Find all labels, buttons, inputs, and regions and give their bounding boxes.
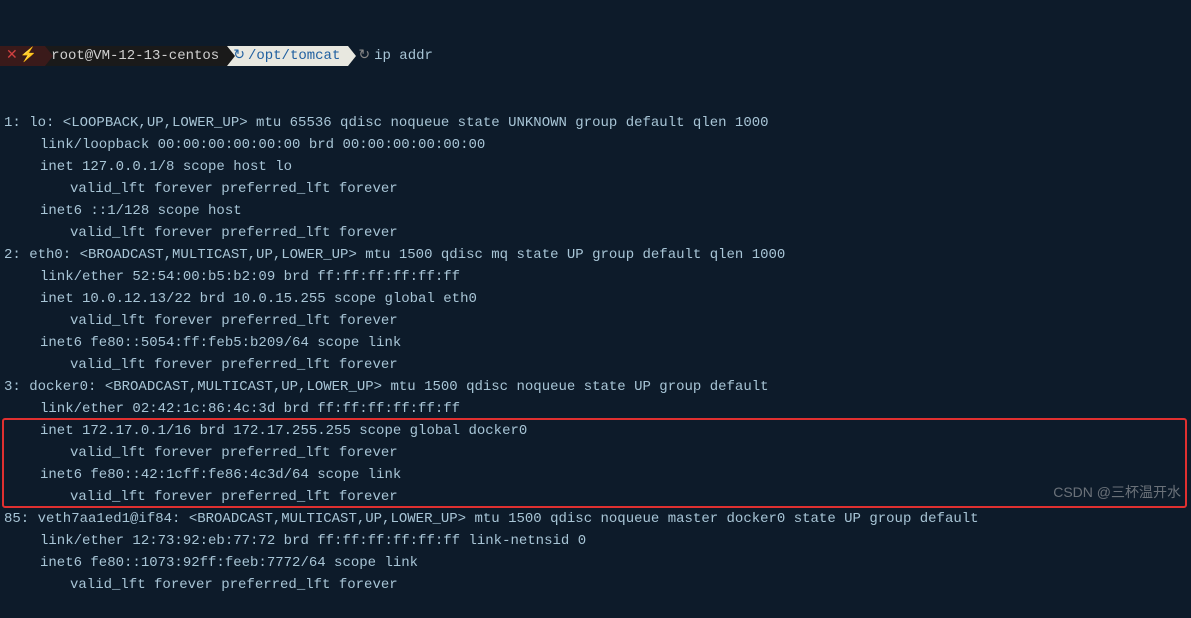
output-line: 3: docker0: <BROADCAST,MULTICAST,UP,LOWE… bbox=[0, 376, 1191, 398]
output-line: valid_lft forever preferred_lft forever bbox=[0, 222, 1191, 244]
output-line: valid_lft forever preferred_lft forever bbox=[0, 442, 1191, 464]
output-line: 85: veth7aa1ed1@if84: <BROADCAST,MULTICA… bbox=[0, 508, 1191, 530]
prompt-user-host: root@VM-12-13-centos bbox=[45, 46, 227, 66]
output-line: valid_lft forever preferred_lft forever bbox=[0, 574, 1191, 596]
output-line: inet6 fe80::1073:92ff:feeb:7772/64 scope… bbox=[0, 552, 1191, 574]
output-line: link/ether 52:54:00:b5:b2:09 brd ff:ff:f… bbox=[0, 266, 1191, 288]
lightning-icon: ⚡ bbox=[20, 45, 37, 67]
output-line: 2: eth0: <BROADCAST,MULTICAST,UP,LOWER_U… bbox=[0, 244, 1191, 266]
output-line: 1: lo: <LOOPBACK,UP,LOWER_UP> mtu 65536 … bbox=[0, 112, 1191, 134]
command-text: ip addr bbox=[374, 45, 433, 67]
output-line: link/ether 12:73:92:eb:77:72 brd ff:ff:f… bbox=[0, 530, 1191, 552]
close-icon: ✕ bbox=[6, 45, 18, 67]
prompt-line: ✕ ⚡ root@VM-12-13-centos ↻ /opt/tomcat ↻… bbox=[0, 44, 1191, 68]
prompt-path-segment: ↻ /opt/tomcat bbox=[227, 46, 348, 66]
output-line: valid_lft forever preferred_lft forever bbox=[0, 310, 1191, 332]
output-line: link/ether 02:42:1c:86:4c:3d brd ff:ff:f… bbox=[0, 398, 1191, 420]
output-line: link/loopback 00:00:00:00:00:00 brd 00:0… bbox=[0, 134, 1191, 156]
terminal-output[interactable]: ✕ ⚡ root@VM-12-13-centos ↻ /opt/tomcat ↻… bbox=[0, 0, 1191, 618]
output-line: valid_lft forever preferred_lft forever bbox=[0, 178, 1191, 200]
prompt-close-segment: ✕ ⚡ bbox=[0, 46, 45, 66]
output-line: valid_lft forever preferred_lft forever bbox=[0, 354, 1191, 376]
user-host-text: root@VM-12-13-centos bbox=[51, 45, 219, 67]
output-line: inet6 fe80::5054:ff:feb5:b209/64 scope l… bbox=[0, 332, 1191, 354]
output-line: inet6 fe80::42:1cff:fe86:4c3d/64 scope l… bbox=[0, 464, 1191, 486]
path-text: /opt/tomcat bbox=[248, 45, 340, 67]
output-line: inet 172.17.0.1/16 brd 172.17.255.255 sc… bbox=[0, 420, 1191, 442]
output-line: inet6 ::1/128 scope host bbox=[0, 200, 1191, 222]
watermark-text: CSDN @三杯温开水 bbox=[1053, 481, 1181, 503]
output-line: inet 10.0.12.13/22 brd 10.0.15.255 scope… bbox=[0, 288, 1191, 310]
output-line: inet 127.0.0.1/8 scope host lo bbox=[0, 156, 1191, 178]
output-line: valid_lft forever preferred_lft forever bbox=[0, 486, 1191, 508]
prompt-separator-icon: ↻ bbox=[358, 45, 370, 67]
output-lines: 1: lo: <LOOPBACK,UP,LOWER_UP> mtu 65536 … bbox=[0, 112, 1191, 596]
